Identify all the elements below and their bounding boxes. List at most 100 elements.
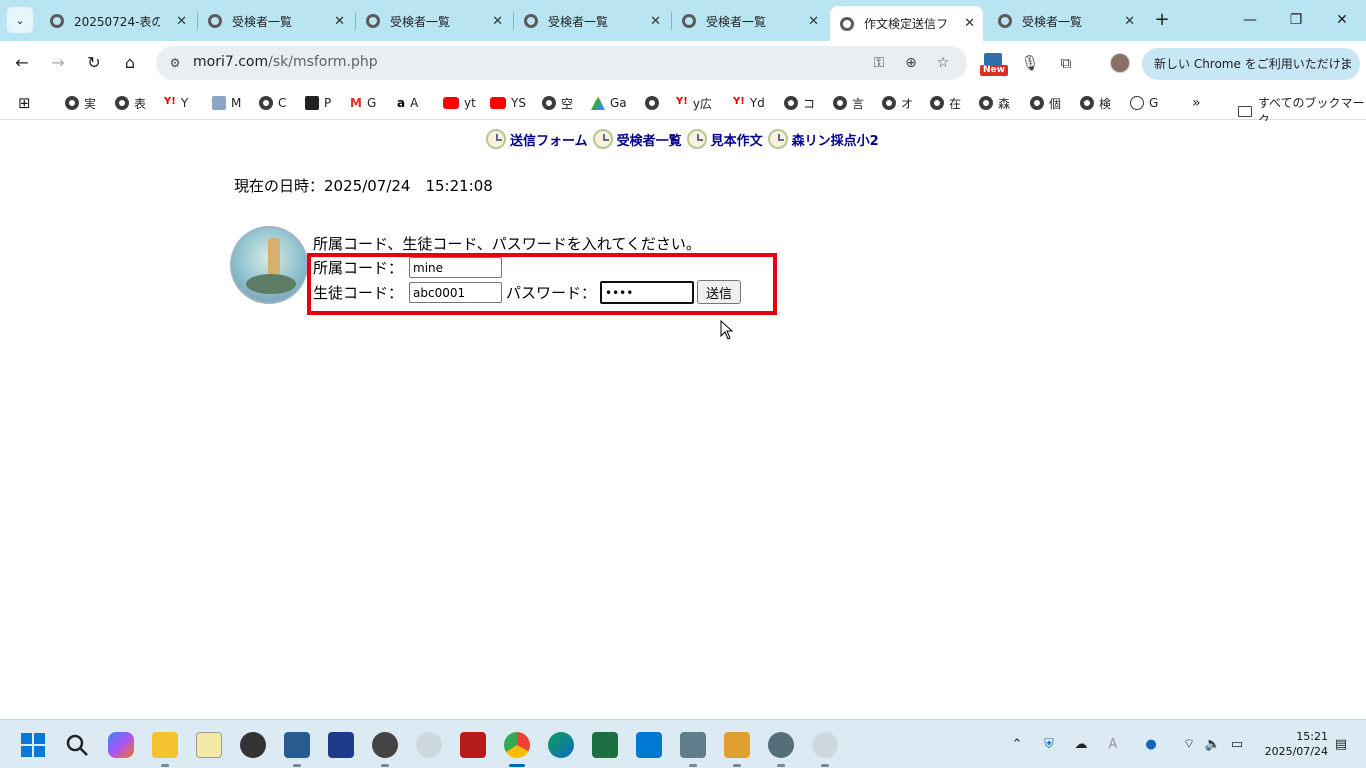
bookmark-item[interactable]: MG [350, 94, 376, 112]
microphone-icon[interactable]: 🎙 [1018, 51, 1042, 75]
camera-app-icon[interactable] [240, 732, 266, 758]
app-icon[interactable] [328, 732, 354, 758]
volume-icon[interactable]: 🔈 [1204, 736, 1222, 754]
back-button[interactable]: ← [10, 51, 34, 75]
bookmark-item[interactable]: オ [882, 94, 913, 112]
close-tab-icon[interactable]: ✕ [1124, 14, 1135, 29]
bookmark-label: A [410, 96, 419, 110]
extensions-puzzle-icon[interactable]: ⧉ [1054, 51, 1078, 75]
settings-gear-icon[interactable] [768, 732, 794, 767]
url-text[interactable]: mori7.com/sk/msform.php [193, 54, 378, 70]
bookmark-item[interactable]: G [1130, 94, 1158, 112]
more-bookmarks-chevron-icon[interactable]: » [1192, 94, 1201, 112]
close-tab-icon[interactable]: ✕ [176, 14, 187, 29]
bookmark-item[interactable]: 在 [930, 94, 961, 112]
home-button[interactable]: ⌂ [118, 51, 142, 75]
globe-icon [645, 96, 659, 110]
close-tab-icon[interactable]: ✕ [334, 14, 345, 29]
star-icon[interactable]: ☆ [934, 54, 952, 72]
bookmark-item[interactable]: 森 [979, 94, 1010, 112]
app-icon[interactable] [724, 732, 750, 767]
tab-5[interactable]: 受検者一覧 ✕ [672, 6, 827, 36]
more-menu-icon[interactable]: ⋮ [1336, 48, 1350, 80]
tab-search-button[interactable]: ⌄ [7, 7, 33, 33]
bookmark-item[interactable]: Ga [591, 94, 627, 112]
ime-icon[interactable]: A [1104, 736, 1122, 754]
app-tray-icon[interactable]: ● [1142, 736, 1160, 754]
chrome-update-button[interactable]: 新しい Chrome をご利用いただけます ⋮ [1142, 48, 1360, 103]
profile-avatar[interactable] [1110, 53, 1130, 73]
openai-icon [259, 96, 273, 110]
tab-1[interactable]: 20250724-表の実 ✕ [40, 6, 195, 36]
app-icon[interactable] [680, 732, 706, 767]
tab-2[interactable]: 受検者一覧 ✕ [198, 6, 353, 36]
tab-7[interactable]: 受検者一覧 ✕ [988, 6, 1143, 36]
file-explorer-icon[interactable] [152, 732, 178, 767]
bookmark-item[interactable]: 表 [115, 94, 146, 112]
bookmark-item[interactable] [645, 94, 664, 112]
extension-new-badge[interactable]: New [980, 53, 1008, 77]
google-ads-icon [591, 96, 605, 110]
copilot-icon[interactable] [108, 732, 134, 758]
close-tab-icon[interactable]: ✕ [650, 14, 661, 29]
app-icon[interactable] [284, 732, 310, 767]
taskbar-clock[interactable]: 15:21 2025/07/24 [1258, 729, 1328, 759]
reload-button[interactable]: ↻ [82, 51, 106, 75]
windows-start-icon[interactable] [20, 732, 46, 758]
chrome-icon[interactable] [504, 732, 530, 767]
search-icon[interactable] [64, 732, 90, 758]
bookmark-item[interactable]: YS [490, 94, 526, 112]
bookmark-item[interactable]: aA [397, 94, 418, 112]
apps-grid-icon[interactable]: ⊞ [18, 94, 31, 112]
battery-icon[interactable]: ▭ [1228, 736, 1246, 754]
bookmark-item[interactable]: Y! Yd [733, 94, 765, 112]
bookmark-item[interactable]: 個 [1030, 94, 1061, 112]
forward-button[interactable]: → [46, 51, 70, 75]
filezilla-icon[interactable] [460, 732, 486, 758]
edge-icon[interactable] [548, 732, 574, 758]
bookmark-item[interactable]: M [212, 94, 241, 112]
vscode-icon[interactable] [636, 732, 662, 758]
globe-icon [115, 96, 129, 110]
zoom-icon[interactable]: ⊕ [902, 54, 920, 72]
webcam-icon[interactable] [812, 732, 838, 767]
nav-sample-essay[interactable]: 見本作文 [686, 129, 763, 149]
restore-button[interactable]: ❐ [1284, 8, 1308, 32]
close-tab-icon[interactable]: ✕ [808, 14, 819, 29]
bookmark-item[interactable]: 空 [542, 94, 573, 112]
notification-icon[interactable]: ▤ [1332, 736, 1350, 754]
bookmark-item[interactable]: 検 [1080, 94, 1111, 112]
close-tab-icon[interactable]: ✕ [964, 16, 975, 31]
url-domain: mori7.com [193, 54, 269, 70]
shield-icon[interactable]: ⛨ [1040, 736, 1058, 754]
bookmark-item[interactable]: P [305, 94, 331, 112]
minimize-button[interactable]: — [1238, 8, 1262, 32]
chevron-up-icon[interactable]: ⌃ [1008, 736, 1026, 754]
bookmark-label: コ [803, 96, 816, 111]
tab-3[interactable]: 受検者一覧 ✕ [356, 6, 511, 36]
app-icon[interactable] [196, 732, 222, 758]
bookmark-item[interactable]: 実 [65, 94, 96, 112]
close-tab-icon[interactable]: ✕ [492, 14, 503, 29]
cloud-off-icon[interactable]: ☁ [1072, 736, 1090, 754]
tab-4[interactable]: 受検者一覧 ✕ [514, 6, 669, 36]
excel-icon[interactable] [592, 732, 618, 758]
bookmark-item[interactable]: コ [784, 94, 815, 112]
new-tab-button[interactable]: + [1150, 8, 1174, 32]
webcam-icon[interactable] [416, 732, 442, 758]
nav-examinee-list[interactable]: 受検者一覧 [592, 129, 682, 149]
bookmark-item[interactable]: Y! y広 [676, 94, 712, 112]
camera-app-icon[interactable] [372, 732, 398, 767]
nav-send-form[interactable]: 送信フォーム [486, 129, 588, 149]
bookmark-item[interactable]: 言 [833, 94, 864, 112]
bookmark-item[interactable]: C [259, 94, 286, 112]
address-bar[interactable]: ⚙ mori7.com/sk/msform.php ⚿ ⊕ ☆ [156, 46, 967, 80]
bookmark-item[interactable]: yt [443, 94, 476, 112]
close-window-button[interactable]: ✕ [1330, 8, 1354, 32]
tab-6-active[interactable]: 作文検定送信フォ ✕ [830, 6, 983, 41]
nav-morin-grading[interactable]: 森リン採点小2 [767, 129, 879, 149]
wifi-icon[interactable]: ⌔ [1180, 736, 1198, 754]
site-info-icon[interactable]: ⚙ [166, 54, 184, 72]
bookmark-item[interactable]: Y! Y [164, 94, 188, 112]
key-icon[interactable]: ⚿ [870, 54, 888, 72]
